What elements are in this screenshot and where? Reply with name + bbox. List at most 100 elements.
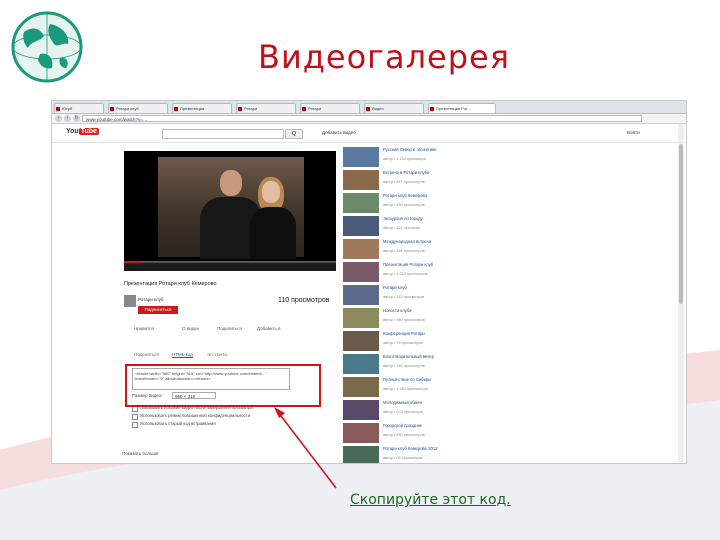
related-video-thumbnail[interactable] [343, 331, 379, 351]
share-tab[interactable]: Поделиться [217, 326, 242, 331]
html-code-tab[interactable]: HTML-код [172, 352, 193, 357]
related-video-item[interactable]: Встреча в Ротари клубе автор • 567 просмо… [343, 170, 503, 190]
related-video-title[interactable]: Русский Север в объективе [383, 147, 501, 152]
browser-tab[interactable]: Ротари [236, 103, 296, 113]
related-video-thumbnail[interactable] [343, 400, 379, 420]
browser-screenshot: Ютуб Ротари клуб Презентация Ротари Рота… [51, 100, 687, 464]
tab-label: Презентация Рот… [436, 106, 472, 111]
browser-tab[interactable]: Презентация [172, 103, 232, 113]
player-controls[interactable] [124, 263, 336, 271]
person-figure [250, 207, 296, 259]
related-video-meta: автор • 1 234 просмотра [383, 157, 426, 161]
view-count: 110 просмотров [278, 297, 330, 304]
logo-tube-text: Tube [78, 128, 99, 135]
related-video-meta: автор • 980 просмотров [383, 318, 425, 322]
channel-avatar[interactable] [124, 295, 136, 307]
email-tab[interactable]: Эл. почта [207, 352, 227, 357]
forward-arrow-icon[interactable]: › [64, 115, 71, 122]
related-video-thumbnail[interactable] [343, 308, 379, 328]
browser-tab[interactable]: Ютуб [54, 103, 104, 113]
related-video-item[interactable]: Ротари клуб Кемерово 2012 автор • 98 прос… [343, 446, 503, 463]
related-video-title[interactable]: Ротари клуб Кемерово 2012 [383, 446, 501, 451]
like-button[interactable]: Нравится [134, 326, 154, 331]
search-button[interactable]: Q [285, 129, 303, 139]
related-video-title[interactable]: Молодёжный обмен [383, 400, 501, 405]
youtube-logo[interactable]: You Tube [66, 128, 99, 135]
related-video-item[interactable]: Ротари клуб Кемерово автор • 890 просмотр… [343, 193, 503, 213]
share-link-tab[interactable]: Поделиться [134, 352, 159, 357]
related-video-title[interactable]: Путешествие по Сибири [383, 377, 501, 382]
related-video-item[interactable]: Презентация Ротари клуб автор • 2 010 про… [343, 262, 503, 282]
related-video-item[interactable]: Международная встреча автор • 456 просмот… [343, 239, 503, 259]
channel-name[interactable]: Ротари клуб [138, 297, 164, 302]
related-video-thumbnail[interactable] [343, 446, 379, 463]
back-arrow-icon[interactable]: ‹ [55, 115, 62, 122]
related-video-title[interactable]: Благотворительный вечер [383, 354, 501, 359]
related-video-thumbnail[interactable] [343, 239, 379, 259]
about-tab[interactable]: О видео [182, 326, 199, 331]
browser-tab[interactable]: Ротари клуб [108, 103, 168, 113]
video-player[interactable] [124, 151, 336, 271]
related-video-thumbnail[interactable] [343, 170, 379, 190]
related-video-item[interactable]: Городской праздник автор • 660 просмотров [343, 423, 503, 443]
related-video-thumbnail[interactable] [343, 216, 379, 236]
person-figure [262, 181, 280, 203]
related-video-item[interactable]: Экскурсия по городу автор • 321 просмотр [343, 216, 503, 236]
related-video-thumbnail[interactable] [343, 193, 379, 213]
tab-favicon-icon [366, 107, 370, 111]
add-to-button[interactable]: Добавить в [257, 326, 281, 331]
related-video-meta: автор • 2 010 просмотров [383, 272, 428, 276]
related-video-item[interactable]: Конференция Ротари автор • 76 просмотров [343, 331, 503, 351]
option-checkbox[interactable] [132, 414, 138, 420]
browser-tab[interactable]: Видео [364, 103, 424, 113]
page-scrollbar[interactable] [678, 124, 684, 462]
video-title: Презентация Ротари клуб Кемерово [124, 281, 217, 287]
related-video-title[interactable]: Новости клуба [383, 308, 501, 313]
tab-favicon-icon [238, 107, 242, 111]
show-more-link[interactable]: Показать больше [122, 451, 158, 456]
related-video-meta: автор • 1 450 просмотров [383, 387, 428, 391]
related-video-thumbnail[interactable] [343, 354, 379, 374]
related-video-item[interactable]: Благотворительный вечер автор • 340 просм… [343, 354, 503, 374]
related-video-item[interactable]: Молодёжный обмен автор • 203 просмотра [343, 400, 503, 420]
related-video-title[interactable]: Встреча в Ротари клубе [383, 170, 501, 175]
related-video-title[interactable]: Городской праздник [383, 423, 501, 428]
video-frame [158, 157, 304, 259]
related-video-title[interactable]: Экскурсия по городу [383, 216, 501, 221]
related-video-meta: автор • 340 просмотров [383, 364, 425, 368]
address-bar: ‹ › ↻ www.youtube.com/watch?v=… [52, 114, 686, 124]
related-video-title[interactable]: Конференция Ротари [383, 331, 501, 336]
related-video-meta: автор • 890 просмотров [383, 203, 425, 207]
sign-in-link[interactable]: Войти [627, 130, 640, 135]
scrollbar-thumb[interactable] [679, 144, 683, 304]
related-video-title[interactable]: Ротари клуб [383, 285, 501, 290]
related-video-thumbnail[interactable] [343, 262, 379, 282]
related-video-title[interactable]: Презентация Ротари клуб [383, 262, 501, 267]
related-video-thumbnail[interactable] [343, 423, 379, 443]
related-video-title[interactable]: Ротари клуб Кемерово [383, 193, 501, 198]
browser-tab[interactable]: Ротари [300, 103, 360, 113]
related-video-title[interactable]: Международная встреча [383, 239, 501, 244]
upload-link[interactable]: Добавить видео [322, 130, 356, 135]
related-video-thumbnail[interactable] [343, 285, 379, 305]
option-label: Использовать старый код встраивания [140, 421, 216, 426]
browser-tab-active[interactable]: Презентация Рот… [428, 103, 496, 113]
slide-title: Видеогалерея [258, 38, 510, 76]
tab-favicon-icon [174, 107, 178, 111]
related-video-item[interactable]: Путешествие по Сибири автор • 1 450 просм… [343, 377, 503, 397]
globe-icon [11, 11, 83, 83]
related-video-meta: автор • 567 просмотров [383, 180, 425, 184]
subscribe-button[interactable]: Подписаться [138, 306, 178, 314]
search-input[interactable] [162, 129, 284, 139]
related-video-item[interactable]: Новости клуба автор • 980 просмотров [343, 308, 503, 328]
related-video-item[interactable]: Ротари клуб автор • 112 просмотров [343, 285, 503, 305]
tab-label: Ротари [308, 106, 322, 111]
related-video-thumbnail[interactable] [343, 377, 379, 397]
reload-icon[interactable]: ↻ [73, 115, 80, 122]
person-figure [220, 170, 242, 196]
url-field[interactable]: www.youtube.com/watch?v=… [82, 115, 642, 122]
related-video-thumbnail[interactable] [343, 147, 379, 167]
option-checkbox[interactable] [132, 422, 138, 428]
related-video-item[interactable]: Русский Север в объективе автор • 1 234 п… [343, 147, 503, 167]
related-video-meta: автор • 660 просмотров [383, 433, 425, 437]
